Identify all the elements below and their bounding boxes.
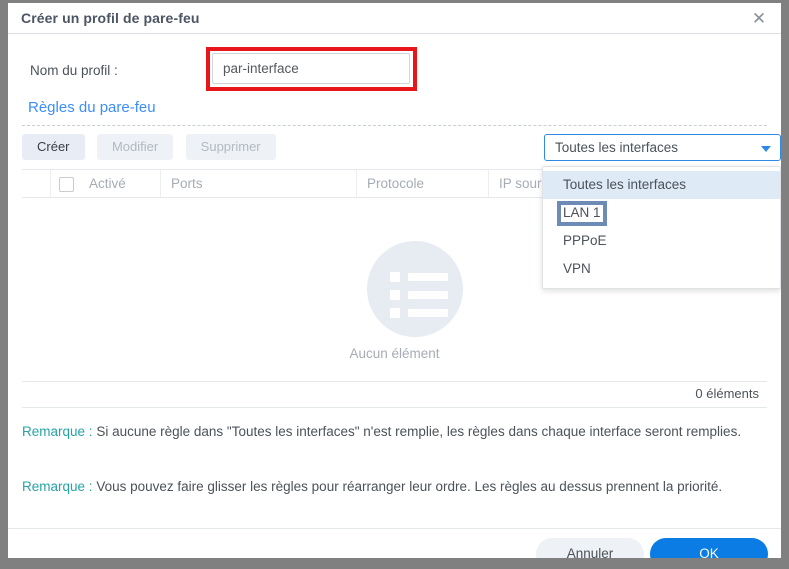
column-header-protocol[interactable]: Protocole bbox=[356, 170, 488, 198]
interface-filter-dropdown[interactable]: Toutes les interfaces LAN 1 PPPoE VPN bbox=[542, 166, 781, 289]
dropdown-option-pppoe[interactable]: PPPoE bbox=[543, 227, 780, 255]
select-all-checkbox[interactable] bbox=[59, 177, 74, 192]
list-placeholder-icon bbox=[367, 241, 463, 337]
dialog-title: Créer un profil de pare-feu bbox=[21, 10, 200, 26]
ok-button[interactable]: OK bbox=[650, 538, 768, 558]
dropdown-option-vpn[interactable]: VPN bbox=[543, 255, 780, 283]
footer-divider bbox=[8, 528, 781, 529]
section-divider bbox=[22, 125, 767, 126]
column-header-ports[interactable]: Ports bbox=[160, 170, 356, 198]
dialog-titlebar: Créer un profil de pare-feu ✕ bbox=[8, 3, 781, 34]
rules-toolbar: Créer Modifier Supprimer bbox=[22, 134, 284, 160]
rules-count-bar: 0 éléments bbox=[22, 381, 767, 408]
edit-rule-button[interactable]: Modifier bbox=[96, 134, 174, 160]
dropdown-option-lan1-label: LAN 1 bbox=[563, 205, 601, 220]
chevron-down-icon bbox=[761, 146, 771, 152]
empty-state-text: Aucun élément bbox=[349, 346, 440, 361]
profile-name-label: Nom du profil : bbox=[30, 63, 118, 78]
profile-name-input[interactable] bbox=[212, 53, 410, 84]
dropdown-option-all-interfaces[interactable]: Toutes les interfaces bbox=[543, 171, 780, 199]
close-icon[interactable]: ✕ bbox=[749, 9, 769, 29]
interface-filter-select[interactable]: Toutes les interfaces bbox=[544, 134, 781, 161]
column-header-handle bbox=[22, 170, 50, 198]
firewall-profile-dialog: Créer un profil de pare-feu ✕ Nom du pro… bbox=[8, 3, 781, 558]
firewall-rules-link[interactable]: Règles du pare-feu bbox=[28, 99, 156, 116]
note-text: Si aucune règle dans "Toutes les interfa… bbox=[96, 424, 742, 439]
dropdown-option-lan1[interactable]: LAN 1 bbox=[543, 199, 780, 227]
interface-filter-value: Toutes les interfaces bbox=[555, 140, 679, 155]
delete-rule-button[interactable]: Supprimer bbox=[185, 134, 276, 160]
note-row: Remarque : Vous pouvez faire glisser les… bbox=[22, 477, 762, 497]
screen-background: Créer un profil de pare-feu ✕ Nom du pro… bbox=[0, 0, 789, 569]
cancel-button[interactable]: Annuler bbox=[536, 538, 644, 558]
note-row: Remarque : Si aucune règle dans "Toutes … bbox=[22, 422, 762, 442]
note-label: Remarque : bbox=[22, 424, 93, 439]
rules-count-text: 0 éléments bbox=[695, 386, 759, 401]
create-rule-button[interactable]: Créer bbox=[22, 134, 85, 160]
note-text: Vous pouvez faire glisser les règles pou… bbox=[96, 479, 723, 494]
note-label: Remarque : bbox=[22, 479, 93, 494]
